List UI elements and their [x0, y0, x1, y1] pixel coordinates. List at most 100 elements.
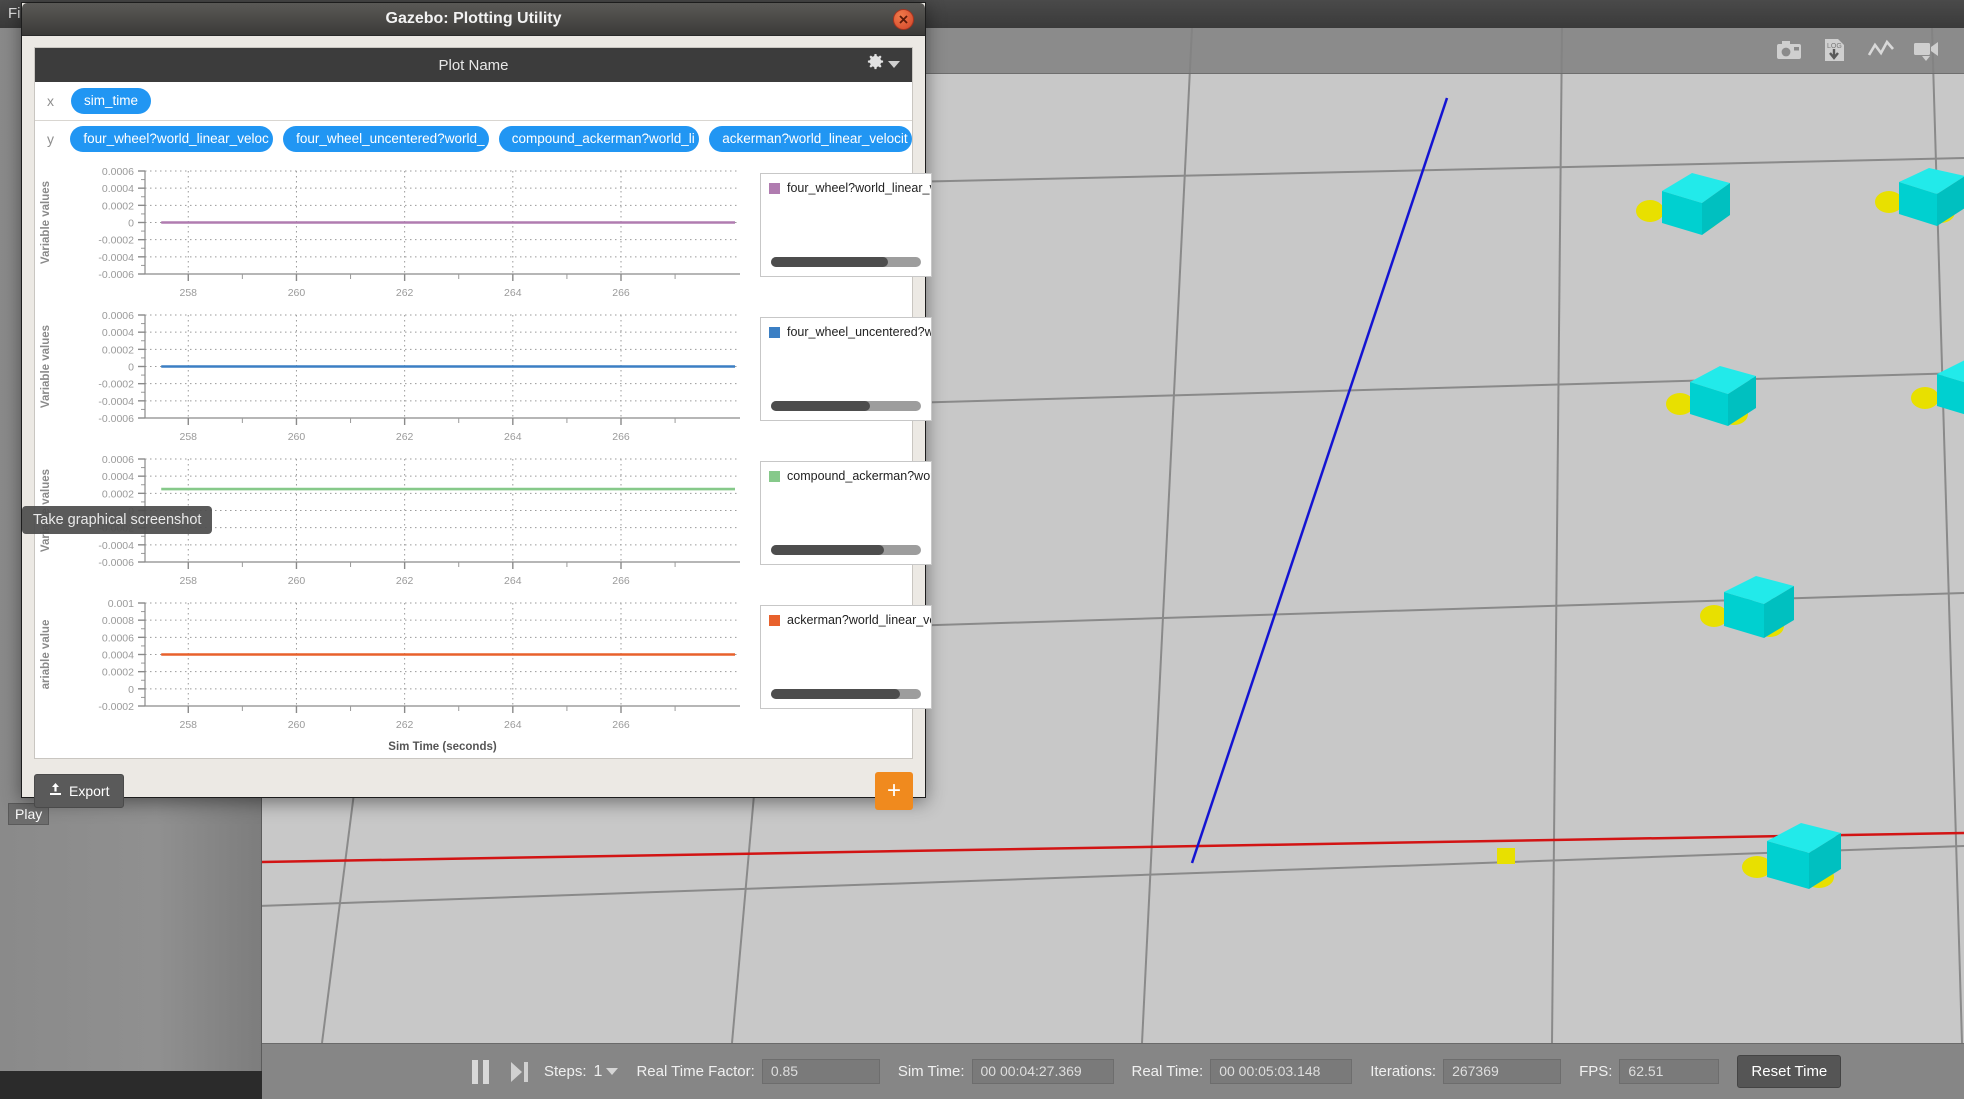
- svg-text:ariable value: ariable value: [40, 620, 52, 690]
- svg-text:264: 264: [504, 287, 522, 299]
- legend-scrollbar-0[interactable]: [771, 257, 921, 267]
- pause-button[interactable]: [472, 1059, 489, 1084]
- svg-text:-0.0004: -0.0004: [98, 396, 134, 408]
- video-camera-icon[interactable]: [1912, 35, 1942, 65]
- svg-text:-0.0002: -0.0002: [98, 701, 134, 713]
- legend-box-2[interactable]: compound_ackerman?world_li: [760, 461, 932, 565]
- plot-card: Plot Name x sim_time y four_wheel?world_…: [34, 47, 932, 759]
- legend-swatch-1: [769, 326, 780, 338]
- plot-canvas-1[interactable]: 0.0006 0.0004 0.0002 0 -0.0002 -0.0004 -0.0006…: [35, 307, 750, 451]
- rtf-value: 0.85: [761, 1059, 880, 1084]
- plot-canvas-2[interactable]: 0.0006 0.0004 0.0002 0 -0.0002 -0.0004 -0.0006…: [35, 451, 750, 595]
- svg-text:-0.0006: -0.0006: [98, 413, 134, 425]
- svg-text:262: 262: [396, 287, 414, 299]
- legend-label-3: ackerman?world_linear_veloci: [787, 613, 931, 627]
- upload-icon: [49, 782, 62, 799]
- svg-text:0.0002: 0.0002: [102, 200, 134, 212]
- plot-icon[interactable]: [1866, 35, 1896, 65]
- add-plot-button[interactable]: +: [875, 771, 913, 810]
- legend-scrollbar-1[interactable]: [771, 401, 921, 411]
- svg-text:0: 0: [128, 684, 134, 696]
- steps-value[interactable]: 1: [594, 1063, 603, 1081]
- export-button[interactable]: Export: [34, 773, 125, 808]
- svg-text:0.0002: 0.0002: [102, 344, 134, 356]
- svg-text:266: 266: [612, 719, 630, 731]
- legend-scrollbar-3[interactable]: [771, 689, 921, 699]
- svg-text:Sim Time (seconds): Sim Time (seconds): [388, 741, 497, 753]
- legend-scrollbar-2[interactable]: [771, 545, 921, 555]
- svg-text:0.0004: 0.0004: [102, 183, 134, 195]
- svg-text:0.0006: 0.0006: [102, 166, 134, 178]
- svg-text:260: 260: [288, 287, 306, 299]
- svg-text:258: 258: [180, 287, 198, 299]
- svg-text:0: 0: [128, 506, 134, 518]
- svg-text:0.0004: 0.0004: [102, 327, 134, 339]
- svg-text:258: 258: [180, 575, 198, 587]
- real-time-value: 00 00:05:03.148: [1210, 1059, 1353, 1084]
- legend-swatch-3: [769, 614, 780, 626]
- steps-label: Steps:: [544, 1063, 587, 1080]
- x-variable-row: x sim_time: [35, 82, 912, 119]
- camera-icon[interactable]: [1774, 35, 1804, 65]
- plot-row-3: 0.001 0.0008 0.0006 0.0004 0.0002 0 -0.0002 258…: [35, 595, 932, 758]
- svg-text:0.0002: 0.0002: [102, 667, 134, 679]
- legend-box-1[interactable]: four_wheel_uncentered?world_: [760, 317, 932, 421]
- svg-text:0.0006: 0.0006: [102, 454, 134, 466]
- fps-label: FPS:: [1579, 1063, 1613, 1080]
- window-title-bar: Gazebo: Plotting Utility: [22, 3, 925, 36]
- plot-canvas-0[interactable]: 0.0006 0.0004 0.0002 0 -0.0002 -0.0004 -0.0006…: [35, 163, 750, 307]
- plotting-utility-window[interactable]: Gazebo: Plotting Utility Plot Name x sim…: [21, 2, 932, 810]
- legend-item-2: compound_ackerman?world_li: [761, 462, 931, 483]
- close-icon[interactable]: [893, 9, 914, 30]
- svg-text:258: 258: [180, 719, 198, 731]
- x-axis-label: x: [47, 93, 54, 110]
- steps-dropdown-icon[interactable]: [606, 1068, 619, 1075]
- y-axis-label: y: [47, 130, 54, 147]
- svg-text:264: 264: [504, 575, 522, 587]
- plot-row-0: 0.0006 0.0004 0.0002 0 -0.0002 -0.0004 -0.0006…: [35, 163, 932, 307]
- legend-label-1: four_wheel_uncentered?world_: [787, 325, 931, 339]
- svg-text:0.0008: 0.0008: [102, 615, 134, 627]
- svg-text:0.0006: 0.0006: [102, 632, 134, 644]
- real-time-label: Real Time:: [1131, 1063, 1204, 1080]
- legend-item-1: four_wheel_uncentered?world_: [761, 318, 931, 339]
- x-variable-pill-sim-time[interactable]: sim_time: [71, 88, 152, 115]
- svg-text:266: 266: [612, 287, 630, 299]
- reset-time-button[interactable]: Reset Time: [1737, 1055, 1842, 1088]
- svg-text:264: 264: [504, 431, 522, 443]
- y-variable-pill-1[interactable]: four_wheel_uncentered?world_: [283, 125, 489, 152]
- settings-menu[interactable]: [866, 53, 900, 76]
- svg-text:260: 260: [288, 575, 306, 587]
- svg-text:Variable values: Variable values: [40, 469, 52, 552]
- legend-box-3[interactable]: ackerman?world_linear_veloci: [760, 605, 932, 709]
- svg-text:264: 264: [504, 719, 522, 731]
- y-variable-pill-2[interactable]: compound_ackerman?world_li: [498, 125, 700, 152]
- plot-name-label: Plot Name: [438, 56, 509, 74]
- legend-item-3: ackerman?world_linear_veloci: [761, 606, 931, 627]
- svg-text:Variable values: Variable values: [40, 181, 52, 264]
- step-forward-button[interactable]: [511, 1061, 528, 1082]
- fps-value: 62.51: [1619, 1059, 1720, 1084]
- legend-box-0[interactable]: four_wheel?world_linear_veloc: [760, 173, 932, 277]
- legend-swatch-2: [769, 470, 780, 482]
- y-variable-pill-3[interactable]: ackerman?world_linear_velocit: [709, 125, 912, 152]
- simulation-status-bar: Steps: 1 Real Time Factor: 0.85 Sim Time…: [262, 1043, 1964, 1099]
- svg-text:0.0004: 0.0004: [102, 471, 134, 483]
- svg-text:0: 0: [128, 362, 134, 374]
- plot-canvas-3[interactable]: 0.001 0.0008 0.0006 0.0004 0.0002 0 -0.0002 258…: [35, 595, 750, 758]
- log-download-icon[interactable]: LOG: [1820, 35, 1850, 65]
- svg-text:LOG: LOG: [1827, 43, 1842, 50]
- svg-text:262: 262: [396, 431, 414, 443]
- gear-icon[interactable]: [866, 53, 885, 76]
- chevron-down-icon[interactable]: [888, 61, 900, 68]
- svg-text:-0.0002: -0.0002: [98, 379, 134, 391]
- svg-text:262: 262: [396, 719, 414, 731]
- svg-text:-0.0002: -0.0002: [98, 235, 134, 247]
- export-label: Export: [69, 782, 110, 799]
- legend-item-0: four_wheel?world_linear_veloc: [761, 174, 931, 195]
- svg-text:0.0004: 0.0004: [102, 650, 134, 662]
- y-variable-pill-0[interactable]: four_wheel?world_linear_veloc: [70, 125, 274, 152]
- svg-text:262: 262: [396, 575, 414, 587]
- legend-label-0: four_wheel?world_linear_veloc: [787, 181, 931, 195]
- plot-row-2: 0.0006 0.0004 0.0002 0 -0.0002 -0.0004 -0.0006…: [35, 451, 932, 595]
